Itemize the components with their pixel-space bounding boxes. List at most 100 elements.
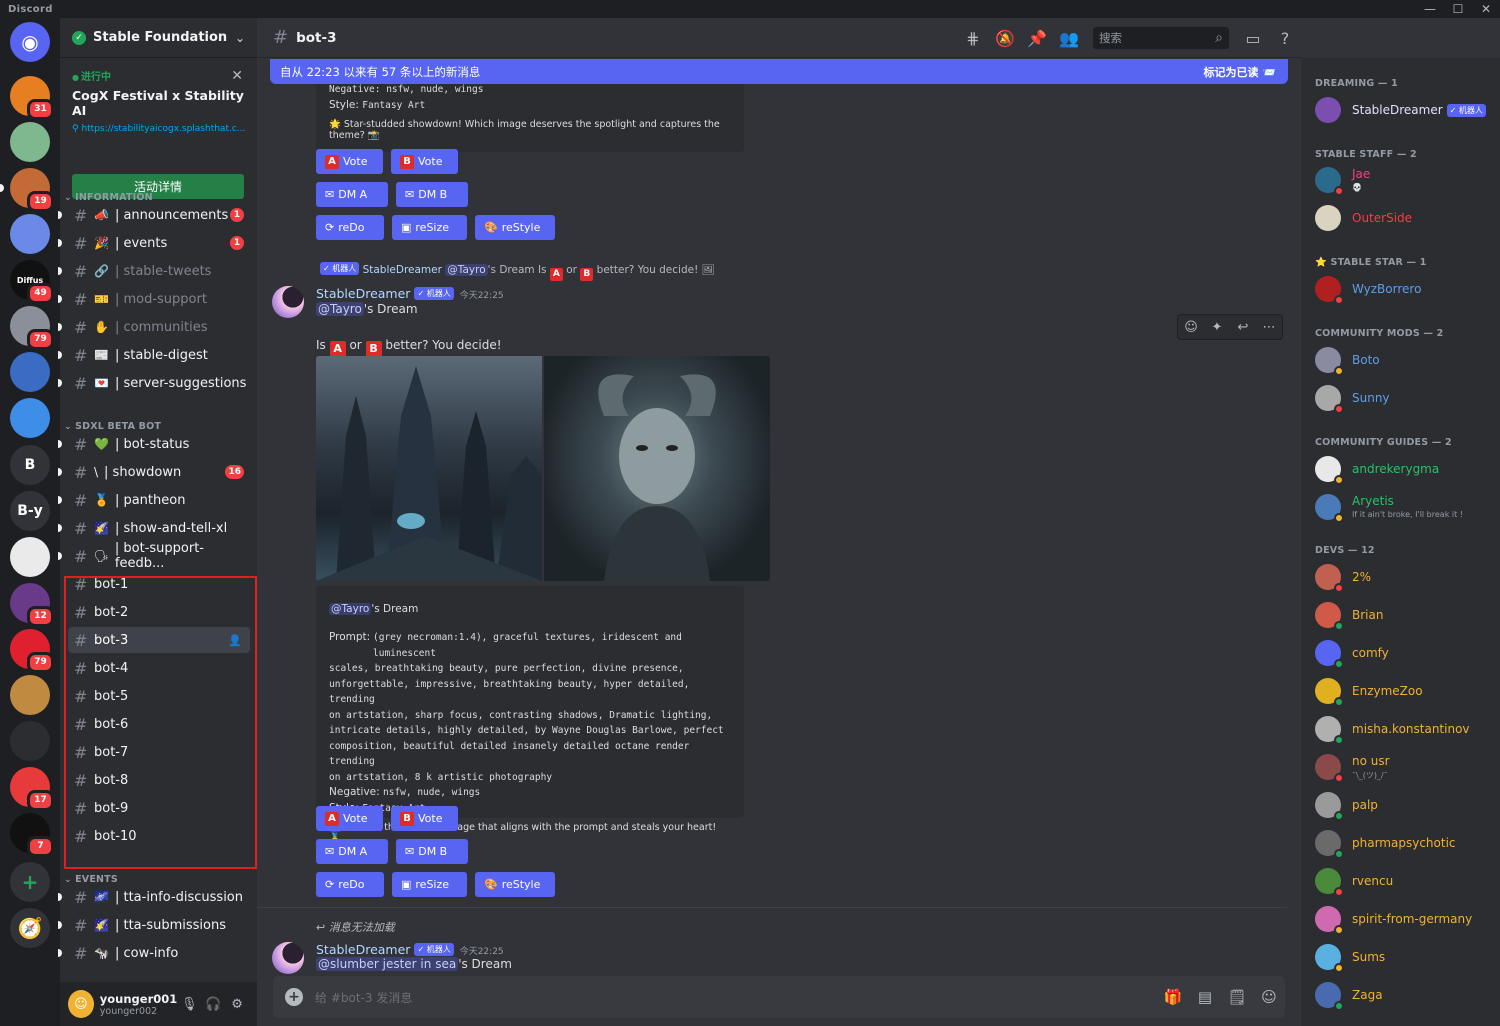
mute-bell-icon[interactable]: 🔕 xyxy=(989,29,1021,48)
member-item[interactable]: no usr ¯\_(ツ)_/¯ xyxy=(1315,751,1390,783)
channel-bot-9[interactable]: # bot-9 xyxy=(68,795,250,821)
member-item[interactable]: EnzymeZoo xyxy=(1315,675,1423,707)
reply-icon[interactable]: ↩ xyxy=(1230,315,1256,339)
sticker-icon[interactable]: 🗒 xyxy=(1221,988,1253,1006)
member-item[interactable]: Jae 💀 xyxy=(1315,164,1370,196)
vote-a-button[interactable]: A Vote xyxy=(316,149,383,174)
new-messages-bar[interactable]: 自从 22:23 以来有 57 条以上的新消息 标记为已读 📨 xyxy=(270,59,1288,84)
redo-button[interactable]: ⟳ reDo xyxy=(316,215,384,240)
server-icon-8[interactable] xyxy=(10,398,50,438)
server-icon-12[interactable]: 12 xyxy=(10,583,54,627)
channel-cow-info[interactable]: # 🐄 | cow-info xyxy=(58,940,250,966)
reply-preview[interactable]: ✓ 机器人 StableDreamer @Tayro's Dream Is A … xyxy=(316,262,715,281)
mark-as-read-button[interactable]: 标记为已读 📨 xyxy=(1203,64,1276,80)
chevron-down-icon[interactable]: ⌄ xyxy=(235,31,245,45)
member-item[interactable]: comfy xyxy=(1315,637,1389,669)
avatar[interactable] xyxy=(272,942,304,974)
server-icon-7[interactable] xyxy=(10,352,50,392)
server-icon-2[interactable] xyxy=(10,122,50,162)
add-attachment-icon[interactable]: + xyxy=(285,988,303,1006)
avatar[interactable] xyxy=(272,286,304,318)
member-item[interactable]: pharmapsychotic xyxy=(1315,827,1456,859)
add-server-button[interactable]: + xyxy=(10,862,50,902)
channel-bot-5[interactable]: # bot-5 xyxy=(68,683,250,709)
vote-a-button[interactable]: A Vote xyxy=(316,806,383,831)
server-icon-15[interactable] xyxy=(10,721,50,761)
search-input[interactable]: 搜索 xyxy=(1093,27,1229,49)
gift-icon[interactable]: 🎁 xyxy=(1157,988,1189,1006)
more-icon[interactable]: ⋯ xyxy=(1256,315,1282,339)
reply-preview-next[interactable]: ↩ 消息无法加载 xyxy=(316,919,395,935)
member-item[interactable]: StableDreamer ✓ 机器人 xyxy=(1315,94,1486,126)
channel-tta-submissions[interactable]: # 🌠 | tta-submissions xyxy=(58,912,250,938)
channel-bot-6[interactable]: # bot-6 xyxy=(68,711,250,737)
dm-b-button[interactable]: ✉ DM B xyxy=(396,182,468,207)
channel-bot-4[interactable]: # bot-4 xyxy=(68,655,250,681)
minimize-button[interactable]: — xyxy=(1416,0,1444,18)
channel-showdown[interactable]: # \ | showdown 16 xyxy=(58,459,250,485)
channel-show-and-tell-xl[interactable]: # 🌠 | show-and-tell-xl xyxy=(58,515,250,541)
channel-bot-status[interactable]: # 💚 | bot-status xyxy=(58,431,250,457)
redo-button[interactable]: ⟳ reDo xyxy=(316,872,384,897)
add-reaction-icon[interactable]: ☺ xyxy=(1178,315,1204,339)
dm-a-button[interactable]: ✉ DM A xyxy=(316,182,388,207)
author-name[interactable]: StableDreamer xyxy=(316,286,410,301)
member-item[interactable]: rvencu xyxy=(1315,865,1393,897)
gear-icon[interactable]: ⚙ xyxy=(225,997,249,1012)
image-b[interactable] xyxy=(544,356,770,581)
event-link[interactable]: ⚲ https://stabilityaicogx.splashthat.c..… xyxy=(72,124,245,134)
server-icon-1[interactable]: 31 xyxy=(10,76,54,120)
dm-b-button[interactable]: ✉ DM B xyxy=(396,839,468,864)
server-icon-5[interactable]: Diffus 49 xyxy=(10,260,54,304)
threads-icon[interactable]: ⋕ xyxy=(957,29,989,48)
channel-announcements[interactable]: # 📣 | announcements 1 xyxy=(58,202,250,228)
restyle-button[interactable]: 🎨 reStyle xyxy=(475,215,555,240)
channel-bot-10[interactable]: # bot-10 xyxy=(68,823,250,849)
headphones-icon[interactable]: 🎧 xyxy=(201,997,225,1012)
member-item[interactable]: 2% xyxy=(1315,561,1371,593)
channel-bot-8[interactable]: # bot-8 xyxy=(68,767,250,793)
member-item[interactable]: OuterSide xyxy=(1315,202,1412,234)
message-list[interactable]: Negative: nsfw, nude, wings Style: Fanta… xyxy=(257,84,1301,976)
reply-mention[interactable]: @Tayro xyxy=(445,264,488,276)
channel-bot-7[interactable]: # bot-7 xyxy=(68,739,250,765)
guild-header[interactable]: ✓ Stable Foundation ⌄ xyxy=(60,18,257,58)
vote-b-button[interactable]: B Vote xyxy=(391,806,458,831)
event-url[interactable]: https://stabilityaicogx.splashthat.c... xyxy=(81,124,245,134)
channel-bot-support-feedb[interactable]: # 🗣 | bot-support-feedb... xyxy=(58,541,250,571)
explore-button[interactable]: 🧭 xyxy=(10,908,50,948)
close-window-button[interactable]: ✕ xyxy=(1472,0,1500,18)
pin-icon[interactable]: 📌 xyxy=(1021,29,1053,48)
server-icon-16[interactable]: 17 xyxy=(10,767,54,811)
member-item[interactable]: Aryetis If it ain't broke, I'll break it … xyxy=(1315,491,1463,523)
invite-icon[interactable]: 👤 xyxy=(228,634,242,647)
vote-b-button[interactable]: B Vote xyxy=(391,149,458,174)
avatar[interactable]: ☺ xyxy=(68,990,94,1018)
channel-bot-1[interactable]: # bot-1 xyxy=(68,571,250,597)
message-composer[interactable]: + 给 #bot-3 发消息 🎁 ▤ 🗒 ☺ xyxy=(273,976,1285,1018)
author-name[interactable]: StableDreamer xyxy=(316,942,410,957)
server-icon-10[interactable]: B-y xyxy=(10,491,50,531)
member-item[interactable]: Boto xyxy=(1315,344,1380,376)
user-info[interactable]: younger001 younger002 xyxy=(100,992,177,1017)
channel-stable-tweets[interactable]: # 🔗 | stable-tweets xyxy=(58,258,250,284)
server-icon-14[interactable] xyxy=(10,675,50,715)
image-a[interactable] xyxy=(316,356,542,581)
gif-icon[interactable]: ▤ xyxy=(1189,988,1221,1006)
channel-communities[interactable]: # ✋ | communities xyxy=(58,314,250,340)
member-item[interactable]: spirit-from-germany xyxy=(1315,903,1472,935)
channel-server-suggestions[interactable]: # 💌 | server-suggestions xyxy=(58,370,250,396)
member-item[interactable]: Sunny xyxy=(1315,382,1390,414)
channel-events[interactable]: # 🎉 | events 1 xyxy=(58,230,250,256)
channel-mod-support[interactable]: # 🎫 | mod-support xyxy=(58,286,250,312)
resize-button[interactable]: ▣ reSize xyxy=(392,215,467,240)
discord-home-icon[interactable]: ◉ xyxy=(10,22,50,62)
dm-a-button[interactable]: ✉ DM A xyxy=(316,839,388,864)
user-mention[interactable]: @slumber jester in sea xyxy=(316,957,459,971)
message-input[interactable]: 给 #bot-3 发消息 xyxy=(315,989,1157,1006)
channel-pantheon[interactable]: # 🏅 | pantheon xyxy=(58,487,250,513)
super-reaction-icon[interactable]: ✦ xyxy=(1204,315,1230,339)
server-icon-11[interactable] xyxy=(10,537,50,577)
server-icon-3[interactable]: 19 xyxy=(0,168,54,212)
help-icon[interactable]: ? xyxy=(1269,29,1301,48)
